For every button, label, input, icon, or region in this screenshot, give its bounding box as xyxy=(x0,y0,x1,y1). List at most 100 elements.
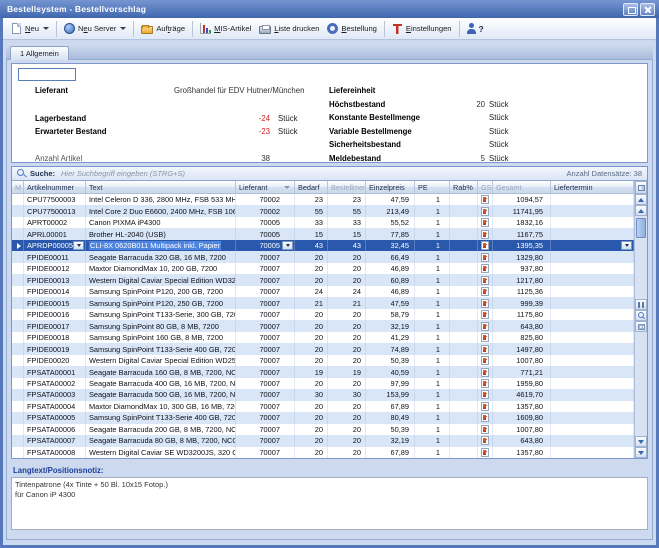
down-arrow-glyph xyxy=(638,440,644,444)
table-row[interactable]: FPIDE00014Samsung SpinPoint P120, 200 GB… xyxy=(12,286,634,297)
cell-lieferant: 70005 xyxy=(236,228,295,239)
table-row[interactable]: FPSATA00004Maxtor DiamondMax 10, 300 GB,… xyxy=(12,401,634,412)
cell-text: 55 xyxy=(315,207,323,216)
table-row[interactable]: FPSATA00007Seagate Barracuda 80 GB, 8 MB… xyxy=(12,435,634,446)
toolbar-button-neu[interactable]: Neu xyxy=(7,21,53,36)
field-label-lieferant: Lieferant xyxy=(35,86,68,95)
scroll-up-icon[interactable] xyxy=(635,205,647,216)
cell-lieferant: 70007 xyxy=(236,309,295,320)
cell-gesamt: 1007,80 xyxy=(493,424,551,435)
cell-pe: 1 xyxy=(415,263,450,274)
search-input[interactable] xyxy=(59,168,563,179)
column-header-gesamt[interactable]: Gesamt xyxy=(493,181,551,193)
grid-glyph xyxy=(638,324,645,330)
filter-grid-icon[interactable] xyxy=(635,321,647,332)
toolbar-button-liste-drucken[interactable]: Liste drucken xyxy=(255,22,323,36)
cell-einzelpreis: 46,89 xyxy=(366,286,415,297)
table-row[interactable]: FPIDE00018Samsung SpinPoint 160 GB, 8 MB… xyxy=(12,332,634,343)
cell-text: Brother HL-2040 (USB) xyxy=(89,230,166,239)
cell-lieferant: 70007 xyxy=(236,447,295,458)
toolbar-button-help[interactable]: ? xyxy=(463,21,488,36)
table-row[interactable]: APRT00002Canon PIXMA iP430070005333355,5… xyxy=(12,217,634,228)
cell-liefertermin xyxy=(551,274,634,285)
table-row[interactable]: FPIDE00011Seagate Barracuda 320 GB, 16 M… xyxy=(12,251,634,262)
cell-text: Seagate Barracuda 200 GB, 8 MB, 7200, NC… xyxy=(86,424,236,435)
cell-text: 70005 xyxy=(259,241,280,250)
magnifier-icon[interactable] xyxy=(635,310,647,321)
scroll-top-icon[interactable] xyxy=(635,194,647,205)
table-row[interactable]: FPIDE00015Samsung SpinPoint P120, 250 GB… xyxy=(12,297,634,308)
column-header-pe[interactable]: PE xyxy=(415,181,450,193)
column-chooser-icon[interactable] xyxy=(635,181,647,194)
toolbar-button-mis-artikel[interactable]: MIS-Artikel xyxy=(196,21,255,36)
table-row[interactable]: FPSATA00001Seagate Barracuda 160 GB, 8 M… xyxy=(12,366,634,377)
cell-bedarf: 20 xyxy=(295,378,328,389)
toolbar-button-auftr-ge[interactable]: Aufträge xyxy=(137,21,189,36)
form-edit-box[interactable] xyxy=(18,68,76,81)
dropdown-arrow-icon[interactable] xyxy=(43,27,49,30)
column-header-bestellmenge[interactable]: Bestellmenge xyxy=(328,181,366,193)
tab-allgemein[interactable]: 1 Allgemein xyxy=(10,46,69,60)
gs-document-icon xyxy=(481,276,489,285)
table-row[interactable]: FPSATA00003Seagate Barracuda 500 GB, 16 … xyxy=(12,389,634,400)
table-row[interactable]: APRDP00005CLI-8X 0620B011 Multipack inkl… xyxy=(12,240,634,251)
scroll-bottom-icon[interactable] xyxy=(635,447,647,458)
table-row[interactable]: FPSATA00002Seagate Barracuda 400 GB, 16 … xyxy=(12,378,634,389)
table-row[interactable]: FPIDE00016Samsung SpinPoint T133-Serie, … xyxy=(12,309,634,320)
cell-gs xyxy=(478,389,493,400)
restore-icon[interactable] xyxy=(623,3,638,16)
table-row[interactable]: FPIDE00012Maxtor DiamondMax 10, 200 GB, … xyxy=(12,263,634,274)
table-row[interactable]: FPIDE00020Western Digital Caviar Special… xyxy=(12,355,634,366)
cell-lieferant: 70007 xyxy=(236,378,295,389)
dropdown-button[interactable] xyxy=(621,241,632,250)
cell-rab xyxy=(450,378,478,389)
dropdown-button[interactable] xyxy=(73,241,84,250)
scrollbar-thumb[interactable] xyxy=(636,218,646,238)
column-header-m[interactable]: M xyxy=(12,181,24,193)
table-row[interactable]: FPSATA00005Samsung SpinPoint T133-Serie … xyxy=(12,412,634,423)
table-row[interactable]: CPU77500003Intel Celeron D 336, 2800 MHz… xyxy=(12,194,634,205)
cell-text: 70005 xyxy=(259,230,280,239)
column-header-gs[interactable]: GS xyxy=(478,181,493,193)
table-row[interactable]: FPIDE00017Samsung SpinPoint 80 GB, 8 MB,… xyxy=(12,320,634,331)
cell-text: 70007 xyxy=(259,333,280,342)
row-marker-cell xyxy=(12,435,24,446)
column-header-lieferant[interactable]: Lieferant xyxy=(236,181,295,193)
column-header-artikelnummer[interactable]: Artikelnummer xyxy=(24,181,86,193)
column-header-einzelpreis[interactable]: Einzelpreis xyxy=(366,181,415,193)
cell-rab xyxy=(450,366,478,377)
close-icon[interactable] xyxy=(640,3,655,16)
cell-bestellmenge: 20 xyxy=(328,343,366,354)
scroll-down-icon[interactable] xyxy=(635,436,647,447)
cell-bestellmenge: 20 xyxy=(328,251,366,262)
column-header-liefertermin[interactable]: Liefertermin xyxy=(551,181,634,193)
cell-pe: 1 xyxy=(415,424,450,435)
column-header-text[interactable]: Text xyxy=(86,181,236,193)
cell-text: 1217,80 xyxy=(516,276,543,285)
cell-text: Canon PIXMA iP4300 xyxy=(86,217,236,228)
cell-text: Samsung SpinPoint T133-Serie 400 GB, 720… xyxy=(89,345,235,354)
column-header-bedarf[interactable]: Bedarf xyxy=(295,181,328,193)
vertical-scrollbar[interactable] xyxy=(634,181,647,458)
cell-text: Maxtor DiamondMax 10, 300 GB, 16 MB, 720… xyxy=(86,401,236,412)
cell-rab xyxy=(450,286,478,297)
column-header-label: M xyxy=(15,183,21,192)
cell-text: 70005 xyxy=(259,218,280,227)
dropdown-arrow-icon[interactable] xyxy=(120,27,126,30)
table-row[interactable]: CPU77500013Intel Core 2 Duo E6600, 2400 … xyxy=(12,205,634,216)
note-textarea[interactable]: Tintenpatrone (4x Tinte + 50 Bl. 10x15 F… xyxy=(11,477,648,530)
dropdown-button[interactable] xyxy=(282,241,293,250)
toolbar-button-bestellung[interactable]: Bestellung xyxy=(323,21,380,36)
toolbar-button-einstellungen[interactable]: Einstellungen xyxy=(388,21,456,36)
cell-artikelnummer: APRL00001 xyxy=(24,228,86,239)
table-row[interactable]: FPIDE00019Samsung SpinPoint T133-Serie 4… xyxy=(12,343,634,354)
pause-icon[interactable] xyxy=(635,299,647,310)
table-row[interactable]: FPSATA00006Seagate Barracuda 200 GB, 8 M… xyxy=(12,424,634,435)
cell-text: 20 xyxy=(315,425,323,434)
column-header-rab[interactable]: Rab% xyxy=(450,181,478,193)
cell-bestellmenge: 30 xyxy=(328,389,366,400)
toolbar-button-neu-server[interactable]: Neu Server xyxy=(60,21,130,36)
table-row[interactable]: FPIDE00013Western Digital Caviar Special… xyxy=(12,274,634,285)
table-row[interactable]: APRL00001Brother HL-2040 (USB)7000515157… xyxy=(12,228,634,239)
table-row[interactable]: FPSATA00008Western Digital Caviar SE WD3… xyxy=(12,447,634,458)
